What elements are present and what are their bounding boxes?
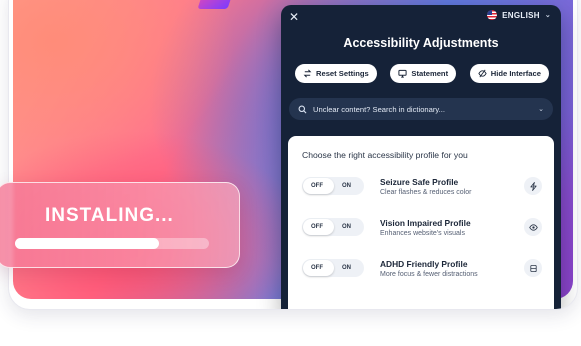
installing-overlay: INSTALING... bbox=[0, 182, 240, 268]
profile-description: Enhances website's visuals bbox=[380, 229, 465, 237]
eye-slash-icon bbox=[478, 69, 487, 78]
us-flag-icon bbox=[487, 10, 498, 20]
toggle-off-label: OFF bbox=[311, 183, 323, 189]
reset-settings-button[interactable]: Reset Settings bbox=[295, 64, 377, 83]
profile-description: Clear flashes & reduces color bbox=[380, 188, 472, 196]
profile-text: ADHD Friendly Profile More focus & fewer… bbox=[380, 259, 524, 278]
hide-interface-label: Hide Interface bbox=[490, 69, 541, 78]
install-progress-fill bbox=[15, 238, 159, 249]
bolt-icon bbox=[524, 177, 542, 195]
eye-icon bbox=[524, 218, 542, 236]
toggle-on-label: ON bbox=[342, 183, 351, 189]
toggle-on-label: ON bbox=[342, 265, 351, 271]
reset-icon bbox=[303, 69, 312, 78]
install-progress-bar bbox=[15, 238, 209, 249]
decorative-shape bbox=[197, 0, 239, 9]
hide-interface-button[interactable]: Hide Interface bbox=[469, 64, 549, 83]
profile-row-adhd-friendly: OFF ON ADHD Friendly Profile More focus … bbox=[302, 253, 546, 283]
vision-impaired-toggle[interactable]: OFF ON bbox=[302, 218, 364, 236]
close-icon[interactable]: ✕ bbox=[289, 10, 299, 24]
profile-row-vision-impaired: OFF ON Vision Impaired Profile Enhances … bbox=[302, 212, 546, 242]
search-icon bbox=[298, 105, 307, 113]
panel-title: Accessibility Adjustments bbox=[343, 36, 499, 50]
profiles-card: Choose the right accessibility profile f… bbox=[288, 136, 554, 309]
chevron-down-icon: ⌄ bbox=[538, 106, 544, 113]
search-placeholder: Unclear content? Search in dictionary... bbox=[313, 104, 445, 114]
profile-text: Vision Impaired Profile Enhances website… bbox=[380, 218, 524, 237]
toggle-on-label: ON bbox=[342, 224, 351, 230]
installing-label: INSTALING... bbox=[45, 205, 174, 226]
profile-row-seizure-safe: OFF ON Seizure Safe Profile Clear flashe… bbox=[302, 171, 546, 201]
language-selector[interactable]: ENGLISH ⌄ bbox=[487, 10, 551, 20]
adhd-friendly-toggle[interactable]: OFF ON bbox=[302, 259, 364, 277]
statement-button[interactable]: Statement bbox=[390, 64, 457, 83]
screenshot-stage: ✕ ENGLISH ⌄ Accessibility Adjustments Re… bbox=[0, 0, 581, 346]
chevron-down-icon: ⌄ bbox=[544, 12, 551, 19]
statement-label: Statement bbox=[411, 69, 449, 78]
profile-text: Seizure Safe Profile Clear flashes & red… bbox=[380, 177, 524, 196]
reset-settings-label: Reset Settings bbox=[316, 69, 369, 78]
profile-name: ADHD Friendly Profile bbox=[380, 258, 468, 269]
accessibility-panel: ✕ ENGLISH ⌄ Accessibility Adjustments Re… bbox=[281, 5, 561, 309]
card-heading: Choose the right accessibility profile f… bbox=[302, 150, 468, 160]
profile-description: More focus & fewer distractions bbox=[380, 270, 478, 278]
dictionary-search-input[interactable]: Unclear content? Search in dictionary...… bbox=[289, 98, 553, 120]
monitor-icon bbox=[398, 69, 407, 78]
seizure-safe-toggle[interactable]: OFF ON bbox=[302, 177, 364, 195]
profile-name: Vision Impaired Profile bbox=[380, 217, 471, 228]
toggle-off-label: OFF bbox=[311, 224, 323, 230]
toggle-off-label: OFF bbox=[311, 265, 323, 271]
action-buttons: Reset Settings Statement Hide Interface bbox=[295, 64, 549, 83]
language-label: ENGLISH bbox=[502, 10, 540, 20]
focus-icon bbox=[524, 259, 542, 277]
profile-name: Seizure Safe Profile bbox=[380, 176, 459, 187]
